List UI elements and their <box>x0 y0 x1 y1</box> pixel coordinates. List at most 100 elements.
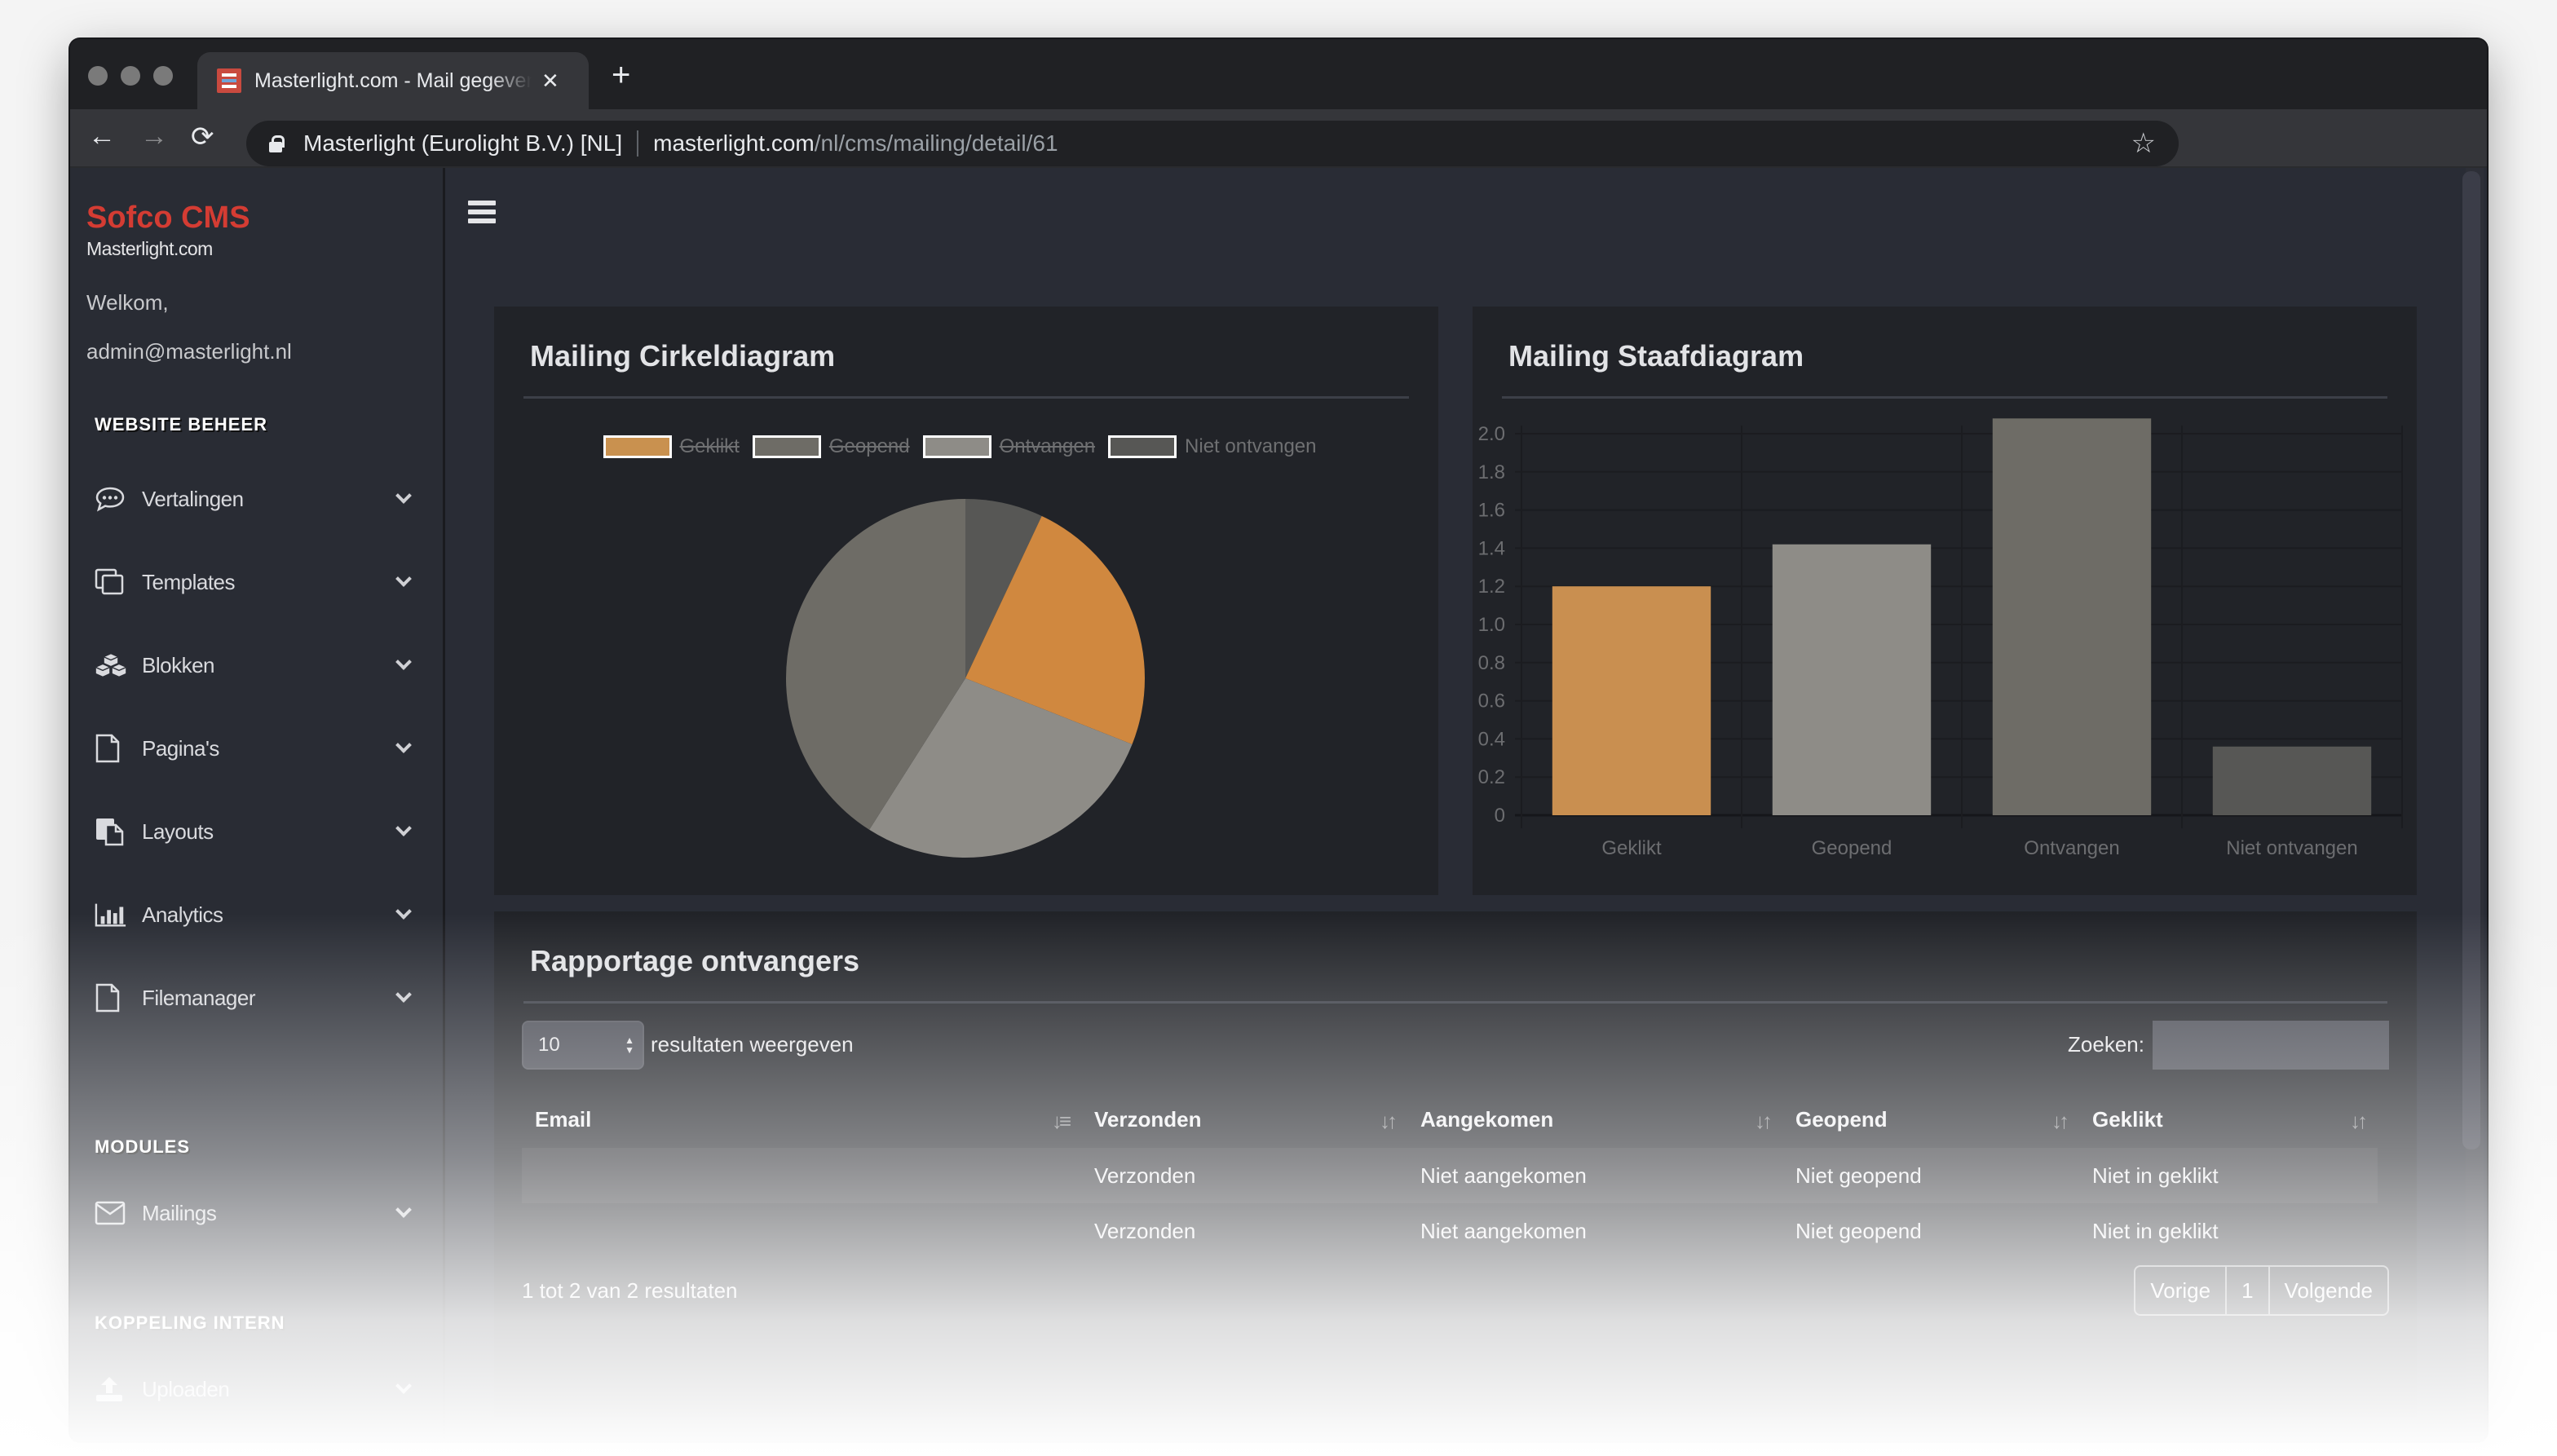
y-tick-label: 1.0 <box>1478 614 1505 636</box>
bar-niet-ontvangen[interactable] <box>2212 746 2372 815</box>
clone-icon <box>95 567 127 597</box>
y-tick-label: 1.6 <box>1478 500 1505 522</box>
bar-geklikt[interactable] <box>1552 586 1711 815</box>
browser-window: Masterlight.com - Mail gegevens ✕ + ← → … <box>70 39 2487 1441</box>
sidebar-item-mailings[interactable]: Mailings <box>95 1189 421 1238</box>
x-tick-label: Geklikt <box>1601 837 1662 859</box>
sidebar-item-paginas[interactable]: Pagina's <box>95 724 421 773</box>
cubes-icon <box>95 651 127 680</box>
bar-ontvangen[interactable] <box>1992 418 2152 815</box>
comment-dots-icon <box>95 484 127 514</box>
column-label: Geklikt <box>2092 1106 2163 1132</box>
file-icon <box>95 983 127 1013</box>
brand-subtitle: Masterlight.com <box>86 238 213 259</box>
pagination-next[interactable]: Volgende <box>2270 1267 2387 1314</box>
chevron-down-icon <box>395 737 412 753</box>
sidebar: Sofco CMS Masterlight.com Welkom, admin@… <box>70 168 445 1441</box>
x-tick-label: Geopend <box>1812 837 1892 859</box>
chevron-down-icon <box>395 1378 412 1394</box>
cell-aangekomen: Niet aangekomen <box>1420 1218 1587 1243</box>
table-row[interactable]: Verzonden Niet aangekomen Niet geopend N… <box>522 1203 2378 1259</box>
sidebar-item-label: Templates <box>142 569 236 594</box>
cell-verzonden: Verzonden <box>1081 1148 1407 1203</box>
column-header-aangekomen[interactable]: Aangekomen ↓↑ <box>1407 1091 1782 1148</box>
tab-bar: Masterlight.com - Mail gegevens ✕ + <box>70 39 2487 109</box>
section-modules: MODULES <box>95 1136 190 1157</box>
y-tick-label: 1.8 <box>1478 461 1505 483</box>
column-header-email[interactable]: Email ↓≡ <box>522 1091 1081 1148</box>
scrollbar-track[interactable] <box>2462 168 2484 1441</box>
sidebar-item-vertalingen[interactable]: Vertalingen <box>95 474 421 523</box>
y-tick-label: 0.4 <box>1478 728 1505 750</box>
lock-icon <box>269 135 285 152</box>
table-row[interactable]: Verzonden Niet aangekomen Niet geopend N… <box>522 1148 2378 1203</box>
sidebar-item-uploaden[interactable]: Uploaden <box>95 1365 421 1414</box>
sidebar-item-blokken[interactable]: Blokken <box>95 641 421 690</box>
sidebar-item-label: Pagina's <box>142 735 219 761</box>
chevron-down-icon <box>395 654 412 670</box>
report-card: Rapportage ontvangers 10 ▲ ▼ resultaten w… <box>494 911 2417 1417</box>
hamburger-menu-icon[interactable] <box>468 201 496 223</box>
pagination-previous[interactable]: Vorige <box>2135 1267 2228 1314</box>
cell-verzonden: Verzonden <box>1094 1218 1196 1243</box>
table-info: 1 tot 2 van 2 resultaten <box>522 1278 738 1303</box>
window-minimize-button[interactable] <box>121 66 140 86</box>
y-tick-label: 2.0 <box>1478 423 1505 445</box>
pagination-page-1[interactable]: 1 <box>2227 1267 2270 1314</box>
sidebar-item-templates[interactable]: Templates <box>95 558 421 607</box>
sort-icon[interactable]: ↓↑ <box>1380 1109 1398 1134</box>
sort-active-icon[interactable]: ↓≡ <box>1052 1109 1071 1134</box>
tab-close-icon[interactable]: ✕ <box>541 68 559 94</box>
brand-title[interactable]: Sofco CMS <box>86 201 250 236</box>
window-close-button[interactable] <box>88 66 108 86</box>
cell-email <box>522 1203 1081 1259</box>
sidebar-item-filemanager[interactable]: Filemanager <box>95 973 421 1022</box>
bar-chart: 0 0.2 0.4 0.6 0.8 1.0 1.2 1.4 1.6 1.8 2.0 Geklikt Ge… <box>1478 418 2403 859</box>
chevron-down-icon <box>395 571 412 587</box>
sort-icon[interactable]: ↓↑ <box>2051 1109 2069 1134</box>
column-label: Email <box>535 1106 592 1132</box>
sort-icon[interactable]: ↓↑ <box>2350 1109 2368 1134</box>
y-tick-label: 0.2 <box>1478 766 1505 788</box>
page-length-select[interactable]: 10 ▲ ▼ <box>522 1021 644 1070</box>
section-website-beheer: WEBSITE BEHEER <box>95 414 268 435</box>
select-arrows-icon: ▲ ▼ <box>625 1035 634 1056</box>
sidebar-item-layouts[interactable]: Layouts <box>95 807 421 856</box>
file-icon <box>95 734 127 763</box>
bar-geopend[interactable] <box>1772 544 1932 815</box>
url-path: /nl/cms/mailing/detail/61 <box>814 130 1058 156</box>
scrollbar-thumb[interactable] <box>2462 171 2480 1149</box>
welcome-text: Welkom, <box>86 290 169 315</box>
browser-toolbar: ← → ⟳ Masterlight (Eurolight B.V.) [NL] … <box>70 109 2487 168</box>
sort-icon[interactable]: ↓↑ <box>1755 1109 1773 1134</box>
pagination: Vorige 1 Volgende <box>2134 1265 2389 1316</box>
sidebar-item-label: Filemanager <box>142 985 256 1010</box>
search-input[interactable] <box>2153 1021 2389 1070</box>
cell-geklikt: Niet in geklikt <box>2092 1218 2219 1243</box>
cell-geopend: Niet geopend <box>1795 1218 1922 1243</box>
forward-arrow-icon[interactable]: → <box>140 121 168 152</box>
page-length-value: 10 <box>538 1034 560 1056</box>
recipients-table: Email ↓≡ Verzonden ↓↑ Aangekomen ↓↑ Geopend… <box>522 1091 2378 1259</box>
back-arrow-icon[interactable]: ← <box>88 121 116 152</box>
column-header-verzonden[interactable]: Verzonden ↓↑ <box>1081 1091 1407 1148</box>
new-tab-button[interactable]: + <box>612 57 630 94</box>
column-label: Geopend <box>1795 1106 1888 1132</box>
bookmark-star-icon[interactable]: ☆ <box>2131 127 2156 160</box>
chevron-down-icon <box>395 903 412 920</box>
pie-chart-card: Mailing Cirkeldiagram Geklikt Geopend On… <box>494 307 1438 895</box>
column-header-geklikt[interactable]: Geklikt ↓↑ <box>2079 1091 2378 1148</box>
y-tick-label: 1.4 <box>1478 537 1505 559</box>
reload-icon[interactable]: ⟳ <box>191 121 214 153</box>
address-bar[interactable]: Masterlight (Eurolight B.V.) [NL] master… <box>246 121 2179 166</box>
sidebar-item-label: Blokken <box>142 652 215 677</box>
chevron-down-icon <box>395 1202 412 1218</box>
divider <box>523 1001 2387 1004</box>
column-header-geopend[interactable]: Geopend ↓↑ <box>1782 1091 2079 1148</box>
tab-title: Masterlight.com - Mail gegevens <box>254 68 532 92</box>
window-zoom-button[interactable] <box>153 66 173 86</box>
copy-file-icon <box>95 817 127 846</box>
browser-tab-active[interactable]: Masterlight.com - Mail gegevens ✕ <box>197 52 589 109</box>
sidebar-item-analytics[interactable]: Analytics <box>95 890 421 939</box>
y-tick-label: 0.6 <box>1478 690 1505 713</box>
